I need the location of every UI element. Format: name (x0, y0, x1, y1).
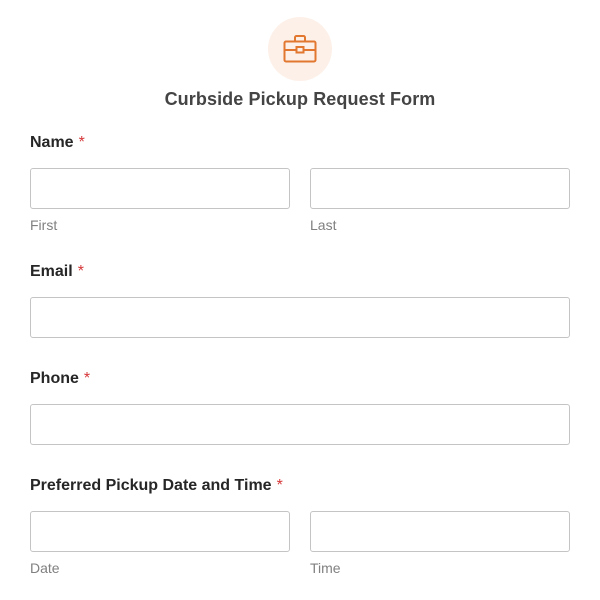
form-icon-badge (268, 17, 332, 81)
last-name-sublabel: Last (310, 217, 337, 233)
pickup-time-sublabel: Time (310, 560, 341, 576)
phone-label: Phone * (30, 369, 90, 389)
phone-input[interactable] (30, 404, 570, 445)
name-required-marker: * (78, 134, 85, 151)
pickup-date-sublabel: Date (30, 560, 60, 576)
name-label: Name * (30, 133, 85, 153)
email-input[interactable] (30, 297, 570, 338)
name-label-text: Name (30, 134, 74, 151)
first-name-input[interactable] (30, 168, 290, 209)
pickup-label: Preferred Pickup Date and Time * (30, 476, 283, 496)
pickup-label-text: Preferred Pickup Date and Time (30, 477, 272, 494)
form-header: Curbside Pickup Request Form (0, 0, 600, 120)
email-label-text: Email (30, 263, 73, 280)
last-name-input[interactable] (310, 168, 570, 209)
email-required-marker: * (77, 263, 84, 280)
phone-required-marker: * (83, 370, 91, 387)
pickup-date-input[interactable] (30, 511, 290, 552)
pickup-required-marker: * (276, 477, 283, 494)
first-name-sublabel: First (30, 217, 58, 233)
pickup-time-input[interactable] (310, 511, 570, 552)
briefcase-icon (283, 35, 317, 63)
form-title: Curbside Pickup Request Form (164, 89, 436, 109)
phone-label-text: Phone (30, 370, 79, 387)
email-label: Email * (30, 262, 84, 282)
